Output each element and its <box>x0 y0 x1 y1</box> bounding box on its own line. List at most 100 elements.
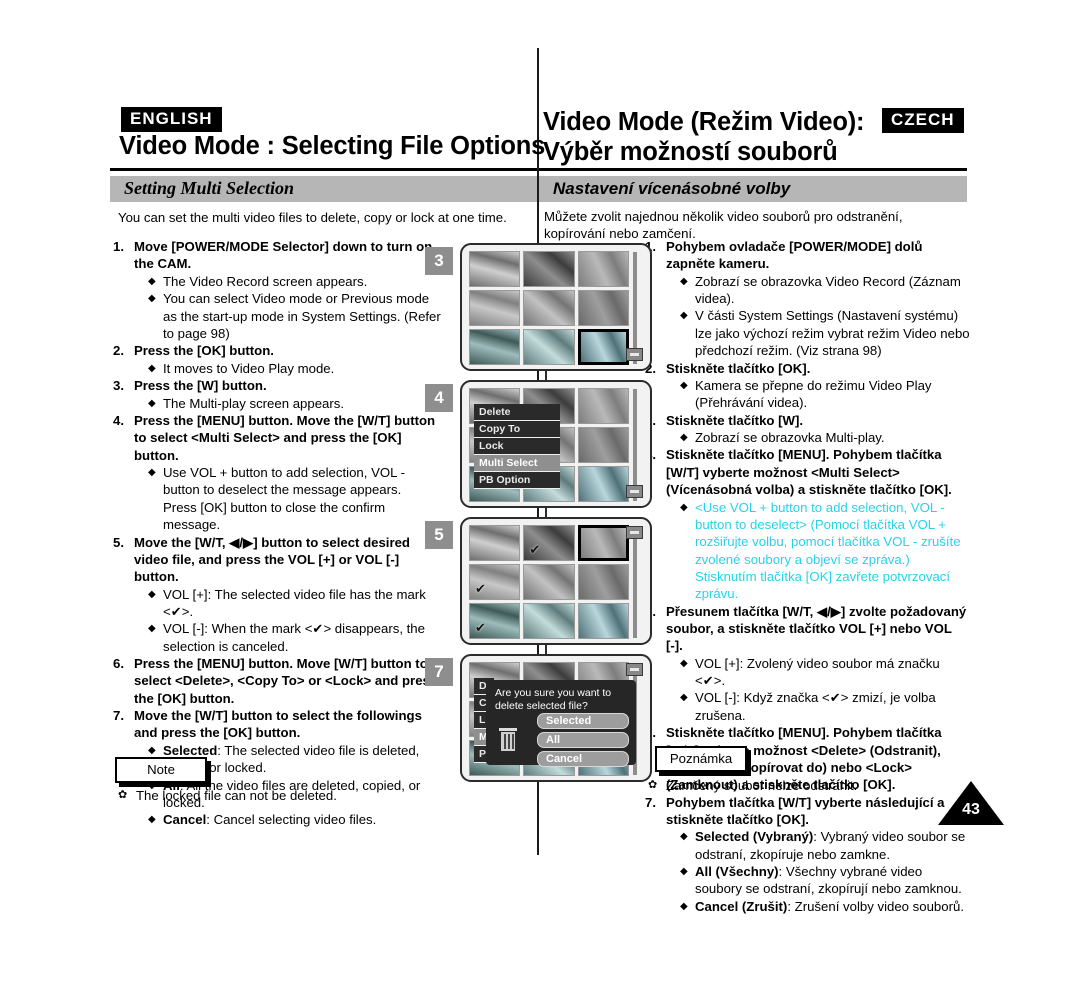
menu-item-copy-to[interactable]: Copy To <box>474 421 560 438</box>
trash-icon <box>499 728 517 752</box>
thumbnail-palm-tree[interactable]: ✔ <box>523 525 575 561</box>
thumbnail-dolphin[interactable] <box>577 329 629 365</box>
dialog-button-cancel[interactable]: Cancel <box>537 751 629 767</box>
thumbnail-city-skyline[interactable] <box>577 290 629 326</box>
diamond-bullet-icon: ◆ <box>680 275 688 287</box>
diamond-bullet-icon: ◆ <box>680 657 688 669</box>
thumbnail-city-skyline[interactable] <box>577 564 629 600</box>
bullet-item: ◆ Selected (Vybraný): Vybraný video soubo… <box>666 828 970 863</box>
thumbnail-rabbit[interactable] <box>577 388 629 424</box>
menu-item-delete[interactable]: Delete <box>474 404 560 421</box>
note-text-body-english: The locked file can not be deleted. <box>136 788 337 803</box>
step-body: Press the [MENU] button. Move [W/T] butt… <box>134 655 443 707</box>
step-bullets: ◆ <Use VOL + button to add selection, VOL… <box>666 499 970 603</box>
thumbnail-boy-on-beach[interactable] <box>469 525 521 561</box>
note-label-box-english: Note <box>115 757 207 783</box>
step-bullets: ◆ VOL [+]: The selected video file has th… <box>134 586 443 655</box>
step-item: 4. Press the [MENU] button. Move the [W/T… <box>113 412 443 534</box>
bullet-text: The Multi-play screen appears. <box>163 395 345 411</box>
menu-item-pb-option[interactable]: PB Option <box>474 472 560 489</box>
thumbnail-water-lily[interactable] <box>469 329 521 365</box>
menu-item-lock[interactable]: Lock <box>474 438 560 455</box>
bullet-item: ◆ VOL [+]: Zvolený video soubor má značku… <box>666 655 970 690</box>
step-heading: Pohybem tlačítka [W/T] vyberte následují… <box>666 794 945 827</box>
step-number: 5. <box>113 534 124 550</box>
bullet-item: ◆ Cancel (Zrušit): Zrušení volby video so… <box>666 898 970 916</box>
step-bullets: ◆ Selected: The selected video file is de… <box>134 742 443 829</box>
thumbnail-dolphin[interactable] <box>577 603 629 639</box>
step-bullets: ◆ Zobrazí se obrazovka Multi-play. <box>666 429 970 447</box>
thumbnail-rabbit[interactable] <box>577 525 629 561</box>
diamond-bullet-icon: ◆ <box>148 293 156 305</box>
scrollbar-thumb[interactable] <box>626 485 643 498</box>
note-bullet-icon: ✿ <box>118 789 128 801</box>
thumbnail-boy-on-beach[interactable] <box>469 251 521 287</box>
check-mark-icon: ✔ <box>475 621 486 636</box>
step-body: Stiskněte tlačítko [W]. ◆ Zobrazí se obraz… <box>666 412 970 447</box>
thumbnail-dog[interactable] <box>523 329 575 365</box>
step-body: Stiskněte tlačítko [MENU]. Pohybem tlačí… <box>666 446 970 602</box>
section-bar-czech: Nastavení vícenásobné volby <box>539 176 967 202</box>
title-rule-right <box>539 168 967 171</box>
bullet-item: ◆ Use VOL + button to add selection, VOL … <box>134 464 443 499</box>
page-title-czech-line1: Video Mode (Režim Video): <box>543 108 865 136</box>
bullet-text: Cancel: Cancel selecting video files. <box>163 812 377 828</box>
step-heading: Move [POWER/MODE Selector] down to turn … <box>134 239 433 272</box>
thumbnail-child-garden[interactable] <box>523 290 575 326</box>
diamond-bullet-icon: ◆ <box>148 623 156 635</box>
manual-page: ENGLISH Video Mode : Selecting File Opti… <box>0 0 1080 984</box>
bullet-text: It moves to Video Play mode. <box>163 360 335 376</box>
scrollbar-track[interactable] <box>633 526 637 638</box>
thumbnail-child-garden[interactable] <box>523 564 575 600</box>
step-item: 4.Stiskněte tlačítko [MENU]. Pohybem tla… <box>645 446 970 602</box>
page-title-english: Video Mode : Selecting File Options <box>119 132 546 160</box>
section-title-english: Setting Multi Selection <box>124 178 295 198</box>
step-heading: Press the [OK] button. <box>134 343 274 359</box>
scrollbar-thumb[interactable] <box>626 526 643 539</box>
step-item: 7. Pohybem tlačítka [W/T] vyberte následu… <box>645 794 970 916</box>
thumbnail-palm-tree[interactable] <box>523 251 575 287</box>
step-bullets: ◆ The Video Record screen appears. ◆ You ca… <box>134 273 443 343</box>
check-mark-icon: ✔ <box>529 543 541 558</box>
bullet-item: ◆ It moves to Video Play mode. <box>134 360 443 378</box>
camera-option-menu[interactable]: Delete Copy To Lock Multi Select PB Option <box>474 404 560 489</box>
step-number: 6. <box>113 656 124 672</box>
thumbnail-water-lily[interactable]: ✔ <box>469 603 521 639</box>
scrollbar-thumb[interactable] <box>626 663 643 676</box>
bullet-text: Selected (Vybraný): Vybraný video soubor… <box>695 829 966 862</box>
thumbnail-coastline[interactable]: ✔ <box>469 564 521 600</box>
thumbnail-dolphin[interactable] <box>577 466 629 502</box>
camera-screen-panel: Delete Copy To Lock Multi Select PB Option <box>460 380 652 508</box>
thumbnail-city-skyline[interactable] <box>577 427 629 463</box>
camera-screen <box>460 243 652 371</box>
step-bullets: ◆ Kamera se přepne do režimu Video Play (… <box>666 377 970 412</box>
thumbnail-dog[interactable] <box>523 603 575 639</box>
step-number: 4. <box>113 413 124 429</box>
step-item: 5.Přesunem tlačítka [W/T, ◀/▶] zvolte po… <box>645 603 970 725</box>
menu-item-multi-select[interactable]: Multi Select <box>474 455 560 472</box>
diamond-bullet-icon: ◆ <box>148 397 156 409</box>
step-heading: Press the [MENU] button. Move the [W/T] … <box>134 413 436 463</box>
dialog-button-selected[interactable]: Selected <box>537 713 629 729</box>
step-body: Stiskněte tlačítko [OK]. ◆ Kamera se přepn… <box>666 360 970 412</box>
step-body: Pohybem tlačítka [W/T] vyberte následují… <box>666 794 970 916</box>
scrollbar-thumb[interactable] <box>626 348 643 361</box>
step-bullets: ◆ It moves to Video Play mode. <box>134 360 443 378</box>
step-body: Press the [MENU] button. Move the [W/T] … <box>134 412 443 534</box>
dialog-button-all[interactable]: All <box>537 732 629 748</box>
bullet-item: ◆ Cancel: Cancel selecting video files. <box>134 811 443 829</box>
dialog-buttons: Selected All Cancel <box>537 713 629 770</box>
camera-screens-illustration: 3 Delete Copy To Lock Multi Select PB Option 4… <box>425 243 655 793</box>
diamond-bullet-icon: ◆ <box>680 900 688 912</box>
step-number: 3. <box>113 378 124 394</box>
thumbnail-rabbit[interactable] <box>577 251 629 287</box>
bullet-text: VOL [+]: The selected video file has the… <box>163 586 426 619</box>
step-item: 1. Pohybem ovladače [POWER/MODE] dolů zap… <box>645 238 970 360</box>
step-number: 1. <box>113 239 124 254</box>
camera-screen-panel: ✔ ✔ ✔ <box>460 517 652 645</box>
bullet-item: ◆ <Use VOL + button to add selection, VOL… <box>666 499 970 603</box>
thumbnail-coastline[interactable] <box>469 290 521 326</box>
bullet-text: Cancel (Zrušit): Zrušení volby video sou… <box>695 898 964 914</box>
step-subtext: Press [OK] button to close the confirm m… <box>163 499 386 533</box>
step-heading: Stiskněte tlačítko [OK]. <box>666 360 811 376</box>
